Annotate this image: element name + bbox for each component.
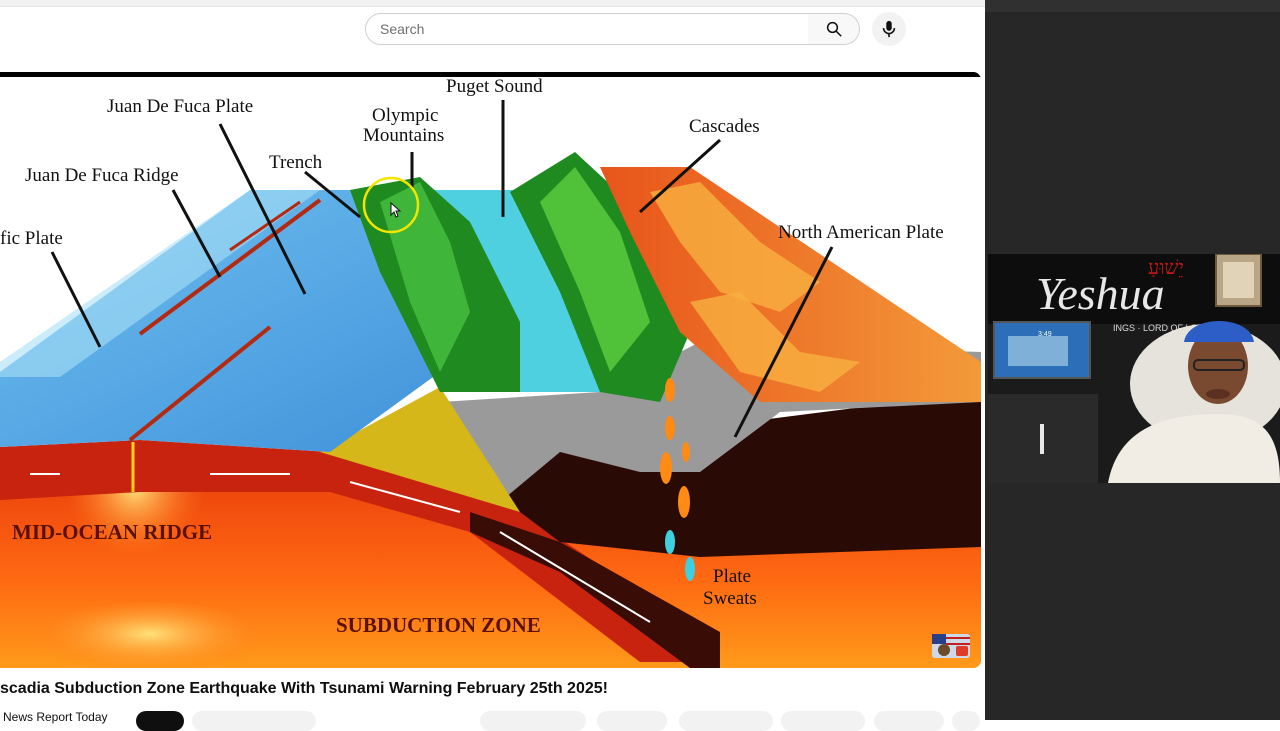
share-button[interactable]	[597, 711, 667, 731]
label-juan-de-fuca-plate: Juan De Fuca Plate	[107, 96, 253, 117]
label-subduction-zone: SUBDUCTION ZONE	[336, 613, 541, 637]
download-button[interactable]	[679, 711, 773, 731]
search-icon	[826, 21, 841, 37]
webcam-overlay: Yeshua יֵשׁוּעַ INGS · LORD OF LORD 3:49	[988, 254, 1280, 483]
label-pacific-plate: fic Plate	[0, 228, 63, 249]
clip-button[interactable]	[781, 711, 865, 731]
search-input[interactable]	[378, 14, 782, 44]
save-button[interactable]	[874, 711, 944, 731]
video-player[interactable]: Puget Sound Juan De Fuca Plate Olympic M…	[0, 72, 981, 668]
search-button[interactable]	[808, 13, 860, 45]
label-puget-sound: Puget Sound	[446, 76, 543, 97]
label-plate: Plate	[713, 566, 751, 587]
label-sweats: Sweats	[703, 588, 757, 609]
label-mid-ocean-ridge: MID-OCEAN RIDGE	[12, 520, 212, 544]
subscribe-button[interactable]	[136, 711, 184, 731]
label-juan-de-fuca-ridge: Juan De Fuca Ridge	[25, 165, 179, 186]
subduction-diagram: Puget Sound Juan De Fuca Plate Olympic M…	[0, 72, 981, 668]
like-dislike-button[interactable]	[480, 711, 586, 731]
join-button[interactable]	[192, 711, 316, 731]
channel-name[interactable]: News Report Today	[3, 710, 108, 724]
label-trench: Trench	[269, 152, 323, 173]
video-title: scadia Subduction Zone Earthquake With T…	[0, 680, 608, 697]
more-actions-button[interactable]	[952, 711, 980, 731]
webcam-hebrew: יֵשׁוּעַ	[1148, 255, 1184, 279]
label-cascades: Cascades	[689, 116, 760, 137]
microphone-icon	[882, 20, 896, 38]
search-box[interactable]	[365, 13, 809, 45]
label-north-american-plate: North American Plate	[778, 222, 944, 243]
label-mountains: Mountains	[363, 125, 444, 146]
monitor-time: 3:49	[1038, 331, 1052, 338]
label-olympic: Olympic	[372, 105, 439, 126]
webcam-banner: Yeshua	[1036, 268, 1165, 319]
voice-search-button[interactable]	[872, 12, 906, 46]
browser-top-band	[0, 0, 985, 7]
flag-eagle-logo-icon	[932, 634, 970, 658]
